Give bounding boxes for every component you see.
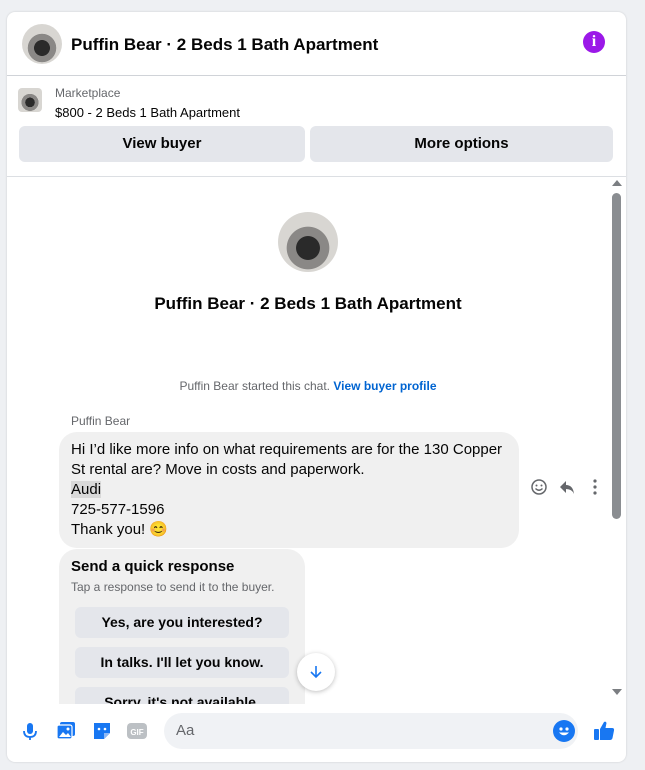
conversation-avatar	[278, 212, 338, 272]
thumbs-up-icon[interactable]	[592, 719, 615, 741]
microphone-icon[interactable]	[19, 720, 41, 742]
info-icon[interactable]: i	[583, 31, 605, 53]
scrollbar-thumb[interactable]	[612, 193, 621, 519]
listing-avatar[interactable]	[22, 24, 62, 64]
reply-icon[interactable]	[558, 478, 576, 498]
message-input[interactable]: Aa	[164, 713, 578, 749]
highlighted-text: Audi	[71, 481, 102, 498]
sticker-icon[interactable]	[91, 720, 113, 742]
listing-price-title[interactable]: $800 - 2 Beds 1 Bath Apartment	[55, 105, 240, 120]
conversation-title: Puffin Bear · 2 Beds 1 Bath Apartment	[154, 294, 462, 313]
scroll-down-arrow-icon[interactable]	[612, 689, 622, 695]
message-line: Thank you! 😊	[71, 521, 169, 538]
chat-title: Puffin Bear · 2 Beds 1 Bath Apartment	[71, 35, 379, 54]
quick-response-option[interactable]: Yes, are you interested?	[75, 607, 289, 638]
message-line: 725-577-1596	[71, 501, 165, 518]
view-buyer-profile-link[interactable]: View buyer profile	[333, 379, 436, 393]
scrollbar[interactable]	[609, 177, 623, 704]
gif-label: GIF	[130, 728, 143, 737]
quick-response-option[interactable]: Sorry, it's not available.	[75, 687, 289, 704]
listing-info: Marketplace $800 - 2 Beds 1 Bath Apartme…	[7, 76, 626, 177]
quick-response-title: Send a quick response	[71, 558, 235, 575]
emoji-icon[interactable]	[553, 720, 575, 742]
chat-started-notice: Puffin Bear started this chat. View buye…	[7, 379, 609, 393]
sender-name: Puffin Bear	[71, 414, 131, 428]
message-placeholder: Aa	[176, 722, 195, 739]
message-line: Audi	[71, 480, 507, 500]
quick-response-card: Send a quick response Tap a response to …	[59, 549, 305, 704]
view-buyer-button[interactable]: View buyer	[19, 126, 305, 162]
more-actions-icon[interactable]	[586, 478, 604, 498]
react-icon[interactable]	[530, 478, 548, 498]
gif-icon[interactable]: GIF	[126, 720, 148, 742]
message-thread[interactable]: Puffin Bear · 2 Beds 1 Bath Apartment Pu…	[7, 177, 626, 704]
message-composer: GIF Aa	[7, 704, 626, 762]
photo-icon[interactable]	[55, 720, 77, 742]
scroll-up-arrow-icon[interactable]	[612, 180, 622, 186]
message-line: Hi I’d like more info on what requiremen…	[71, 441, 503, 478]
quick-response-option[interactable]: In talks. I'll let you know.	[75, 647, 289, 678]
chat-header: Puffin Bear · 2 Beds 1 Bath Apartment i	[7, 12, 626, 76]
listing-thumbnail[interactable]	[18, 88, 42, 112]
more-options-button[interactable]: More options	[310, 126, 613, 162]
marketplace-label: Marketplace	[55, 86, 121, 100]
quick-response-subtitle: Tap a response to send it to the buyer.	[71, 580, 275, 594]
chat-panel: Puffin Bear · 2 Beds 1 Bath Apartment i …	[7, 12, 626, 762]
started-text: Puffin Bear started this chat.	[179, 379, 331, 393]
scroll-to-bottom-button[interactable]	[297, 653, 335, 691]
message-bubble[interactable]: Hi I’d like more info on what requiremen…	[59, 432, 519, 548]
